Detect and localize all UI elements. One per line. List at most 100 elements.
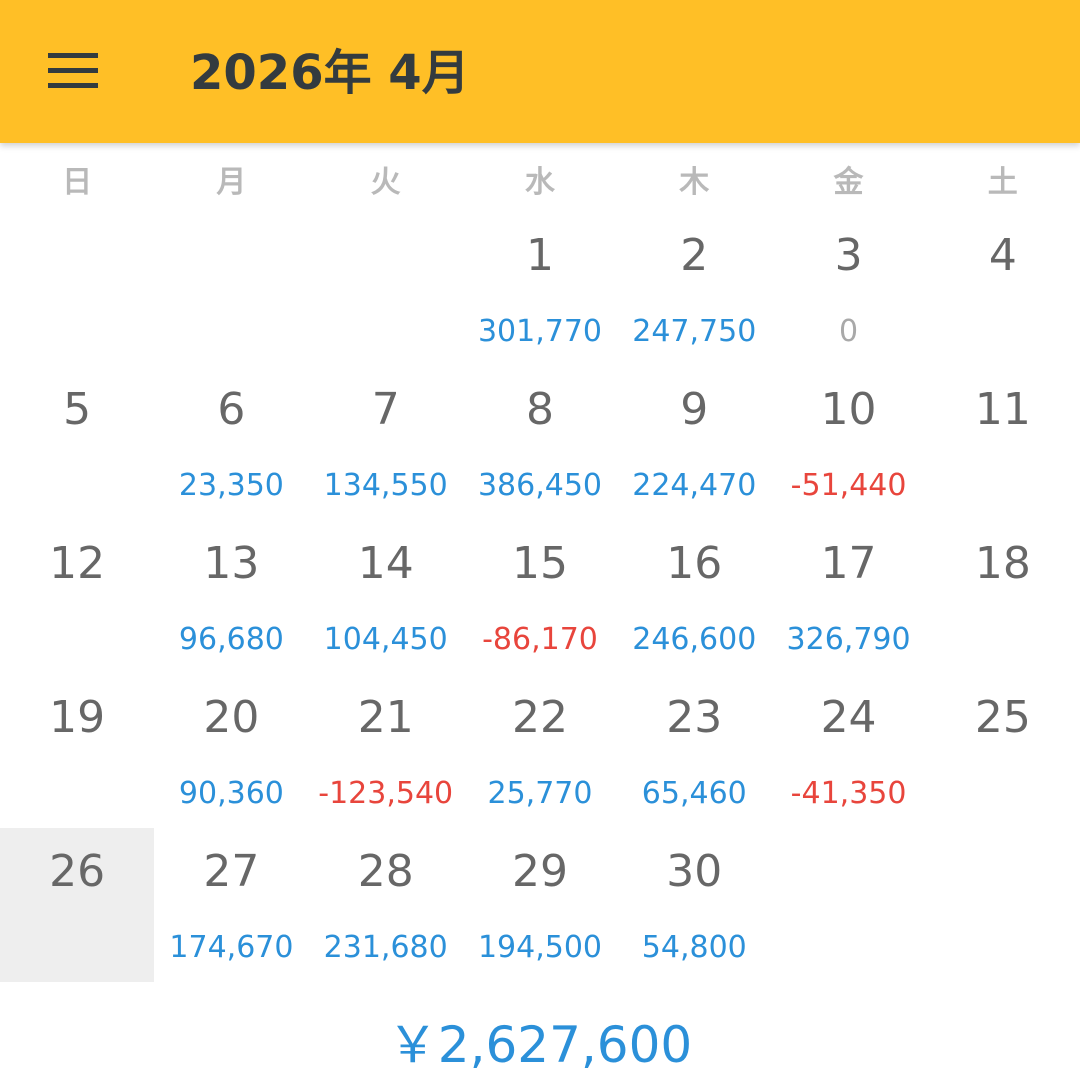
month-title: 2026年 4月: [190, 45, 470, 101]
day-amount: -86,170: [482, 622, 598, 657]
day-cell[interactable]: 15 -86,170: [463, 520, 617, 674]
weekday-header: 日月火水木金土: [0, 150, 1080, 218]
day-cell[interactable]: 2 247,750: [617, 212, 771, 366]
day-cell[interactable]: 19: [0, 674, 154, 828]
day-amount: 54,800: [641, 930, 747, 965]
day-amount: 96,680: [178, 622, 284, 657]
day-number: 12: [49, 538, 106, 589]
day-amount: 246,600: [632, 622, 757, 657]
day-number: 6: [217, 384, 246, 435]
day-amount: 65,460: [641, 776, 747, 811]
day-cell[interactable]: 8 386,450: [463, 366, 617, 520]
day-cell[interactable]: 12: [0, 520, 154, 674]
day-number: 25: [974, 692, 1031, 743]
day-amount: 231,680: [323, 930, 448, 965]
day-number: 16: [666, 538, 723, 589]
day-number: 26: [49, 846, 106, 897]
hamburger-menu-icon: [48, 53, 98, 88]
day-cell[interactable]: 18: [926, 520, 1080, 674]
day-number: 20: [203, 692, 260, 743]
day-number: 5: [63, 384, 92, 435]
day-cell[interactable]: 16 246,600: [617, 520, 771, 674]
empty-day-cell: [0, 212, 154, 366]
day-cell[interactable]: 24 -41,350: [771, 674, 925, 828]
calendar-grid: 1 301,770 2 247,750 3 0 4 5 6 23,350 7 134,550 8 386,…: [0, 212, 1080, 982]
day-cell[interactable]: 30 54,800: [617, 828, 771, 982]
day-cell[interactable]: 11: [926, 366, 1080, 520]
day-amount: 301,770: [477, 314, 603, 349]
day-amount: 247,750: [632, 314, 757, 349]
day-cell[interactable]: 29 194,500: [463, 828, 617, 982]
day-amount: 104,450: [323, 622, 448, 657]
day-number: 9: [680, 384, 709, 435]
day-cell[interactable]: 27 174,670: [154, 828, 308, 982]
day-cell[interactable]: 9 224,470: [617, 366, 771, 520]
day-number: 19: [49, 692, 106, 743]
day-number: 29: [511, 846, 568, 897]
day-cell[interactable]: 30: [771, 212, 925, 366]
day-number: 13: [203, 538, 260, 589]
weekday-label: 土: [987, 165, 1018, 200]
day-number: 30: [666, 846, 723, 897]
day-number: 3: [834, 230, 863, 281]
day-cell[interactable]: 21 -123,540: [309, 674, 463, 828]
menu-button[interactable]: [36, 38, 110, 104]
day-cell[interactable]: 26: [0, 828, 155, 982]
day-cell[interactable]: 7 134,550: [309, 366, 463, 520]
weekday-label: 月: [216, 165, 247, 200]
weekday-label: 木: [679, 165, 710, 200]
day-amount: 224,470: [632, 468, 757, 503]
day-number: 28: [357, 846, 414, 897]
day-number: 27: [203, 846, 260, 897]
day-number: 11: [974, 384, 1031, 435]
day-amount: 23,350: [178, 468, 284, 503]
day-cell[interactable]: 5: [0, 366, 154, 520]
day-number: 24: [820, 692, 877, 743]
day-cell[interactable]: 13 96,680: [154, 520, 308, 674]
day-amount: -51,440: [790, 468, 907, 503]
day-cell[interactable]: 28 231,680: [309, 828, 463, 982]
day-amount: 90,360: [178, 776, 284, 811]
day-number: 1: [525, 230, 554, 281]
day-cell[interactable]: 6 23,350: [154, 366, 308, 520]
weekday-label: 日: [62, 165, 93, 200]
day-number: 17: [820, 538, 877, 589]
weekday-label: 金: [833, 165, 864, 200]
day-amount: 25,770: [487, 776, 593, 811]
day-amount: 386,450: [477, 468, 603, 503]
weekday-label: 火: [370, 165, 401, 200]
day-cell[interactable]: 25: [926, 674, 1080, 828]
day-cell[interactable]: 4: [926, 212, 1080, 366]
day-number: 7: [371, 384, 400, 435]
day-cell[interactable]: 14 104,450: [309, 520, 463, 674]
day-number: 23: [666, 692, 723, 743]
day-cell[interactable]: 10 -51,440: [771, 366, 925, 520]
day-number: 8: [525, 384, 554, 435]
day-number: 18: [974, 538, 1031, 589]
empty-day-cell: [154, 212, 308, 366]
day-number: 14: [357, 538, 414, 589]
app-bar: 2026年 4月: [0, 0, 1080, 143]
day-number: 15: [511, 538, 568, 589]
day-amount: 326,790: [786, 622, 911, 657]
day-number: 4: [988, 230, 1017, 281]
day-amount: 0: [839, 314, 859, 349]
day-number: 22: [511, 692, 568, 743]
calendar-screen: 2026年 4月 日月火水木金土 1 301,770 2 247,750 3 0 4 5 6 23…: [0, 0, 1080, 1080]
day-cell[interactable]: 1 301,770: [463, 212, 617, 366]
day-cell[interactable]: 22 25,770: [463, 674, 617, 828]
day-amount: -123,540: [318, 776, 454, 811]
empty-day-cell: [309, 212, 463, 366]
day-cell[interactable]: 20 90,360: [154, 674, 308, 828]
day-amount: -41,350: [790, 776, 907, 811]
day-amount: 174,670: [169, 930, 294, 965]
day-number: 2: [680, 230, 709, 281]
day-cell[interactable]: 23 65,460: [617, 674, 771, 828]
day-number: 21: [357, 692, 414, 743]
day-number: 10: [820, 384, 877, 435]
day-amount: 134,550: [323, 468, 448, 503]
day-amount: 194,500: [477, 930, 603, 965]
weekday-label: 水: [524, 165, 555, 200]
monthly-total: ￥2,627,600: [387, 1016, 693, 1074]
day-cell[interactable]: 17 326,790: [771, 520, 925, 674]
